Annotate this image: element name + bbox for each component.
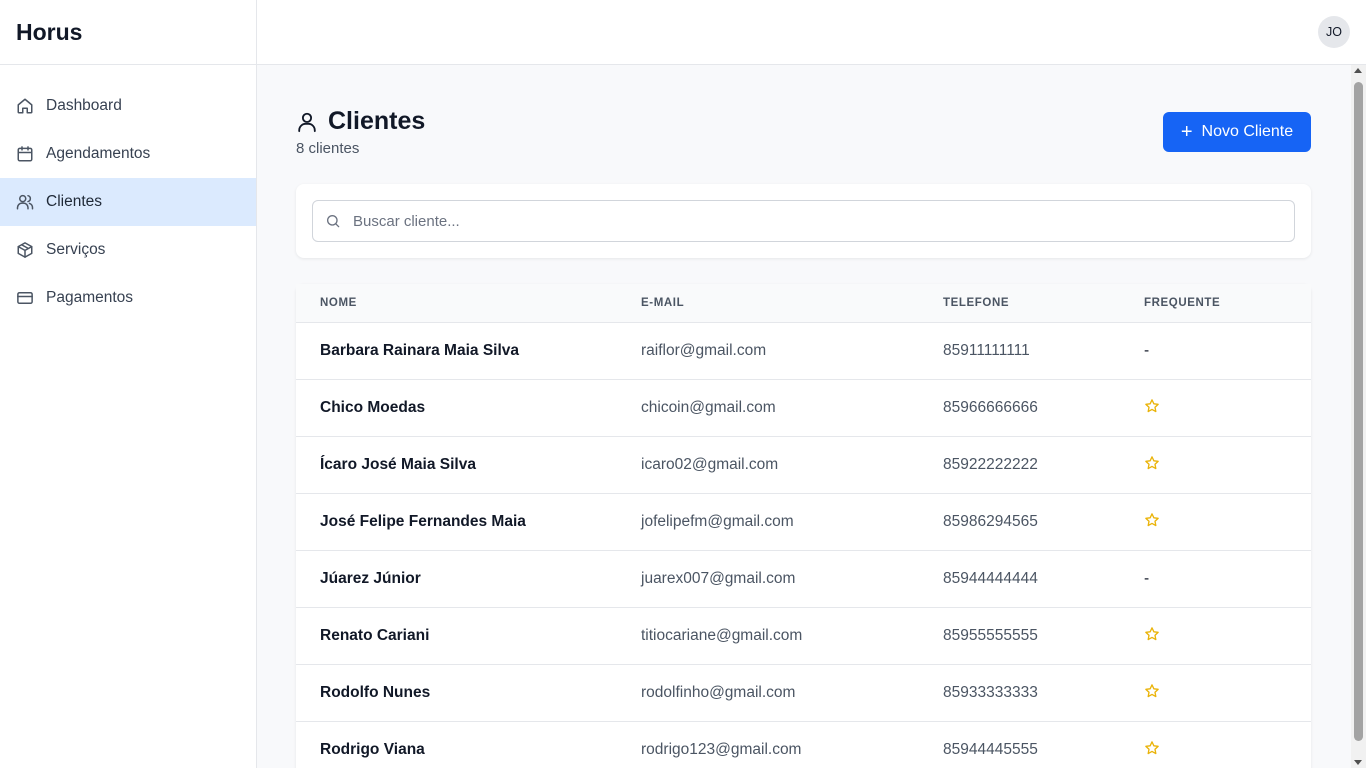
user-icon <box>296 111 318 133</box>
sidebar: Horus Dashboard Agendamentos Clientes Se… <box>0 0 257 768</box>
search-input[interactable] <box>353 212 1253 230</box>
table-row[interactable]: José Felipe Fernandes Maia jofelipefm@gma… <box>296 494 1311 551</box>
column-header-nome[interactable]: NOME <box>296 297 641 309</box>
client-email: juarex007@gmail.com <box>641 570 796 587</box>
column-header-frequente[interactable]: FREQUENTE <box>1144 297 1311 309</box>
sidebar-item-label: Clientes <box>46 193 102 210</box>
client-phone: 85955555555 <box>943 627 1038 644</box>
sidebar-item-label: Dashboard <box>46 97 122 114</box>
table-row[interactable]: Barbara Rainara Maia Silva raiflor@gmail.… <box>296 323 1311 380</box>
table-row[interactable]: Ícaro José Maia Silva icaro02@gmail.com 85… <box>296 437 1311 494</box>
users-icon <box>16 193 34 211</box>
vertical-scrollbar[interactable] <box>1351 65 1366 768</box>
star-icon <box>1144 626 1160 642</box>
client-phone: 85944444444 <box>943 570 1038 587</box>
column-header-email[interactable]: E-MAIL <box>641 297 943 309</box>
client-name: Chico Moedas <box>320 399 426 416</box>
client-name: José Felipe Fernandes Maia <box>320 513 526 530</box>
new-client-button-label: Novo Cliente <box>1201 123 1294 140</box>
table-row[interactable]: Rodolfo Nunes rodolfinho@gmail.com 8593333… <box>296 665 1311 722</box>
sidebar-item-clientes[interactable]: Clientes <box>0 178 256 226</box>
sidebar-item-label: Serviços <box>46 241 106 258</box>
table-row[interactable]: Rodrigo Viana rodrigo123@gmail.com 8594444… <box>296 722 1311 768</box>
package-icon <box>16 241 34 259</box>
client-email: raiflor@gmail.com <box>641 342 767 359</box>
client-phone: 85911111111 <box>943 342 1030 359</box>
client-email: jofelipefm@gmail.com <box>641 513 794 530</box>
home-icon <box>16 97 34 115</box>
client-frequent <box>1144 512 1311 533</box>
client-phone: 85922222222 <box>943 456 1038 473</box>
client-email: rodrigo123@gmail.com <box>641 741 802 758</box>
sidebar-item-servicos[interactable]: Serviços <box>0 226 256 274</box>
sidebar-item-pagamentos[interactable]: Pagamentos <box>0 274 256 322</box>
client-frequent <box>1144 626 1311 647</box>
star-icon <box>1144 683 1160 699</box>
table-row[interactable]: Chico Moedas chicoin@gmail.com 85966666666 <box>296 380 1311 437</box>
credit-card-icon <box>16 289 34 307</box>
client-email: icaro02@gmail.com <box>641 456 779 473</box>
scroll-up-arrow-icon[interactable] <box>1354 68 1362 73</box>
client-frequent <box>1144 683 1311 704</box>
sidebar-item-label: Pagamentos <box>46 289 134 306</box>
clients-table: NOME E-MAIL TELEFONE FREQUENTE Barbara R… <box>296 284 1311 768</box>
search-icon <box>325 213 341 229</box>
client-count: 8 clientes <box>296 140 360 157</box>
page-title: Clientes <box>296 107 425 136</box>
client-frequent <box>1144 740 1311 761</box>
sidebar-nav: Dashboard Agendamentos Clientes Serviços… <box>0 65 256 322</box>
star-icon <box>1144 455 1160 471</box>
sidebar-item-dashboard[interactable]: Dashboard <box>0 82 256 130</box>
sidebar-item-agendamentos[interactable]: Agendamentos <box>0 130 256 178</box>
app-brand[interactable]: Horus <box>0 0 256 65</box>
new-client-button[interactable]: + Novo Cliente <box>1163 112 1311 152</box>
client-name: Renato Cariani <box>320 627 430 644</box>
client-email: rodolfinho@gmail.com <box>641 684 796 701</box>
sidebar-item-label: Agendamentos <box>46 145 151 162</box>
star-icon <box>1144 740 1160 756</box>
star-icon <box>1144 512 1160 528</box>
page-header: Clientes 8 clientes + Novo Cliente <box>296 65 1311 184</box>
client-frequent <box>1144 455 1311 476</box>
table-row[interactable]: Renato Cariani titiocariane@gmail.com 8595… <box>296 608 1311 665</box>
client-name: Barbara Rainara Maia Silva <box>320 342 520 359</box>
client-name: Rodrigo Viana <box>320 741 425 758</box>
scroll-down-arrow-icon[interactable] <box>1354 760 1362 765</box>
page-title-text: Clientes <box>328 107 426 135</box>
plus-icon: + <box>1180 121 1193 143</box>
calendar-icon <box>16 145 34 163</box>
avatar[interactable]: JO <box>1318 16 1350 48</box>
table-row[interactable]: Júarez Júnior juarex007@gmail.com 85944444… <box>296 551 1311 608</box>
client-frequent: - <box>1144 570 1150 587</box>
client-email: chicoin@gmail.com <box>641 399 776 416</box>
table-header: NOME E-MAIL TELEFONE FREQUENTE <box>296 284 1311 323</box>
search-box[interactable] <box>312 200 1295 242</box>
top-bar: JO <box>257 0 1366 65</box>
client-phone: 85944445555 <box>943 741 1038 758</box>
client-email: titiocariane@gmail.com <box>641 627 803 644</box>
client-phone: 85966666666 <box>943 399 1038 416</box>
column-header-telefone[interactable]: TELEFONE <box>943 297 1144 309</box>
client-frequent <box>1144 398 1311 419</box>
client-frequent: - <box>1144 342 1150 359</box>
client-name: Rodolfo Nunes <box>320 684 431 701</box>
table-body: Barbara Rainara Maia Silva raiflor@gmail.… <box>296 323 1311 768</box>
search-card <box>296 184 1311 258</box>
main-content: Clientes 8 clientes + Novo Cliente NOME … <box>296 65 1311 768</box>
client-phone: 85986294565 <box>943 513 1038 530</box>
scroll-thumb[interactable] <box>1354 82 1363 741</box>
star-icon <box>1144 398 1160 414</box>
client-name: Júarez Júnior <box>320 570 421 587</box>
client-phone: 85933333333 <box>943 684 1038 701</box>
client-name: Ícaro José Maia Silva <box>320 456 476 473</box>
